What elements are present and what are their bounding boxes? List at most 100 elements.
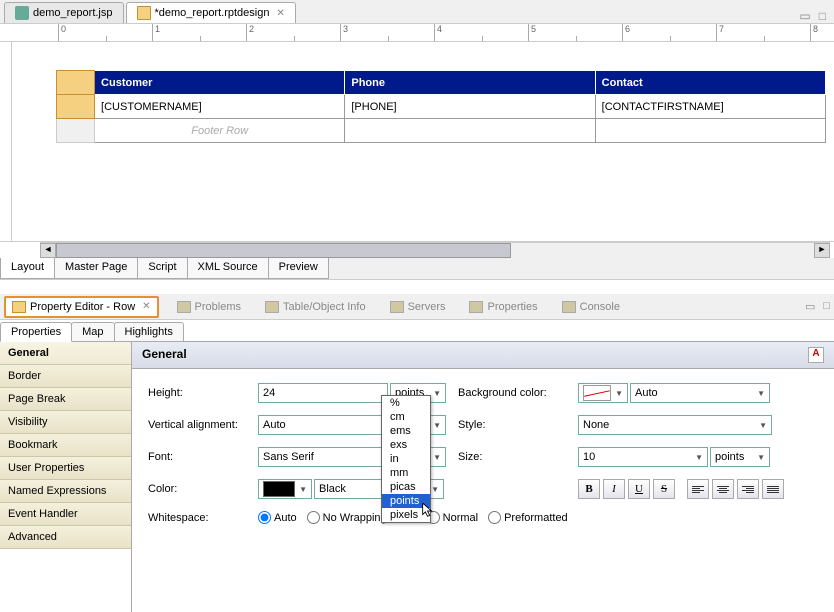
style-select[interactable]: None▼: [578, 415, 772, 435]
unit-option-percent[interactable]: %: [382, 396, 430, 410]
size-value-select[interactable]: 10▼: [578, 447, 708, 467]
ruler-mark: 7: [716, 24, 810, 42]
tab-layout[interactable]: Layout: [0, 258, 55, 279]
subtab-map[interactable]: Map: [71, 322, 114, 341]
nav-page-break[interactable]: Page Break: [0, 388, 131, 411]
nav-advanced[interactable]: Advanced: [0, 526, 131, 549]
nav-general[interactable]: General: [0, 342, 131, 365]
general-form: Height: points▼ Background color: ▼ Auto…: [132, 369, 834, 538]
design-canvas[interactable]: Customer Phone Contact [CUSTOMERNAME] [P…: [12, 42, 834, 241]
unit-option-exs[interactable]: exs: [382, 438, 430, 452]
nav-border[interactable]: Border: [0, 365, 131, 388]
valign-label: Vertical alignment:: [148, 419, 258, 431]
chevron-down-icon: ▼: [433, 453, 441, 462]
restore-defaults-icon[interactable]: A: [808, 347, 824, 363]
property-section-header: General A: [132, 342, 834, 369]
scroll-right-icon[interactable]: ►: [814, 243, 830, 258]
unit-option-pixels[interactable]: pixels: [382, 508, 430, 522]
nav-bookmark[interactable]: Bookmark: [0, 434, 131, 457]
report-table[interactable]: Customer Phone Contact [CUSTOMERNAME] [P…: [56, 70, 826, 143]
italic-button[interactable]: I: [603, 479, 625, 499]
view-table-object-info[interactable]: Table/Object Info: [259, 298, 372, 316]
section-title: General: [142, 347, 187, 363]
row-handle[interactable]: [57, 119, 95, 143]
view-servers[interactable]: Servers: [384, 298, 452, 316]
detail-cell-phone[interactable]: [PHONE]: [345, 95, 595, 119]
detail-cell-customername[interactable]: [CUSTOMERNAME]: [95, 95, 345, 119]
unit-dropdown-popup[interactable]: % cm ems exs in mm picas points pixels: [381, 395, 431, 523]
view-properties[interactable]: Properties: [463, 298, 543, 316]
footer-cell[interactable]: [345, 119, 595, 143]
nav-user-properties[interactable]: User Properties: [0, 457, 131, 480]
align-right-icon: [742, 486, 754, 493]
underline-button[interactable]: U: [628, 479, 650, 499]
align-center-button[interactable]: [712, 479, 734, 499]
bgcolor-swatch-select[interactable]: ▼: [578, 383, 628, 403]
unit-option-in[interactable]: in: [382, 452, 430, 466]
unit-option-ems[interactable]: ems: [382, 424, 430, 438]
header-cell-customer[interactable]: Customer: [95, 71, 345, 95]
style-label: Style:: [458, 419, 578, 431]
nav-event-handler[interactable]: Event Handler: [0, 503, 131, 526]
table-header-row[interactable]: Customer Phone Contact: [57, 71, 826, 95]
nav-named-expressions[interactable]: Named Expressions: [0, 480, 131, 503]
tab-preview[interactable]: Preview: [268, 258, 329, 279]
view-problems[interactable]: Problems: [171, 298, 247, 316]
ws-preformatted-radio[interactable]: Preformatted: [488, 511, 568, 524]
align-justify-button[interactable]: [762, 479, 784, 499]
header-cell-phone[interactable]: Phone: [345, 71, 595, 95]
scroll-track[interactable]: [56, 243, 814, 258]
maximize-view-icon[interactable]: □: [823, 300, 830, 313]
minimize-icon[interactable]: ▭: [799, 9, 810, 23]
bgcolor-name-select[interactable]: Auto▼: [630, 383, 770, 403]
table-info-icon: [265, 301, 279, 313]
property-content: General A Height: points▼ Background col…: [132, 342, 834, 612]
row-handle[interactable]: [57, 71, 95, 95]
minimize-view-icon[interactable]: ▭: [805, 300, 815, 313]
view-property-editor[interactable]: Property Editor - Row ✕: [4, 296, 159, 318]
file-tab-rptdesign[interactable]: *demo_report.rptdesign ✕: [126, 2, 296, 23]
console-icon: [562, 301, 576, 313]
ws-normal-radio[interactable]: Normal: [427, 511, 478, 524]
header-cell-contact[interactable]: Contact: [595, 71, 825, 95]
horizontal-scrollbar[interactable]: ◄ ►: [40, 242, 830, 258]
unit-option-mm[interactable]: mm: [382, 466, 430, 480]
problems-icon: [177, 301, 191, 313]
unit-option-cm[interactable]: cm: [382, 410, 430, 424]
tab-script[interactable]: Script: [137, 258, 187, 279]
editor-mode-tabs: Layout Master Page Script XML Source Pre…: [0, 258, 834, 280]
tab-master-page[interactable]: Master Page: [54, 258, 138, 279]
subtab-highlights[interactable]: Highlights: [114, 322, 184, 341]
subtab-properties[interactable]: Properties: [0, 322, 72, 342]
close-icon[interactable]: ✕: [142, 301, 150, 312]
chevron-down-icon: ▼: [299, 485, 307, 494]
align-justify-icon: [767, 486, 779, 493]
detail-cell-contactfirstname[interactable]: [CONTACTFIRSTNAME]: [595, 95, 825, 119]
chevron-down-icon: ▼: [695, 453, 703, 462]
scroll-left-icon[interactable]: ◄: [40, 243, 56, 258]
close-icon[interactable]: ✕: [276, 8, 284, 19]
tab-xml-source[interactable]: XML Source: [187, 258, 269, 279]
table-footer-row[interactable]: Footer Row: [57, 119, 826, 143]
footer-cell[interactable]: [595, 119, 825, 143]
maximize-icon[interactable]: □: [819, 9, 826, 23]
nav-visibility[interactable]: Visibility: [0, 411, 131, 434]
ws-auto-radio[interactable]: Auto: [258, 511, 297, 524]
unit-option-picas[interactable]: picas: [382, 480, 430, 494]
vertical-ruler: [0, 42, 12, 241]
strikethrough-button[interactable]: S: [653, 479, 675, 499]
color-swatch-select[interactable]: ▼: [258, 479, 312, 499]
footer-cell[interactable]: Footer Row: [95, 119, 345, 143]
size-unit-select[interactable]: points▼: [710, 447, 770, 467]
ws-nowrap-radio[interactable]: No Wrapping: [307, 511, 387, 524]
align-right-button[interactable]: [737, 479, 759, 499]
row-handle[interactable]: [57, 95, 95, 119]
table-detail-row[interactable]: [CUSTOMERNAME] [PHONE] [CONTACTFIRSTNAME…: [57, 95, 826, 119]
align-left-button[interactable]: [687, 479, 709, 499]
height-input[interactable]: [258, 383, 388, 403]
view-console[interactable]: Console: [556, 298, 626, 316]
file-tab-jsp[interactable]: demo_report.jsp: [4, 2, 124, 23]
unit-option-points[interactable]: points: [382, 494, 430, 508]
bold-button[interactable]: B: [578, 479, 600, 499]
scroll-thumb[interactable]: [56, 243, 511, 258]
